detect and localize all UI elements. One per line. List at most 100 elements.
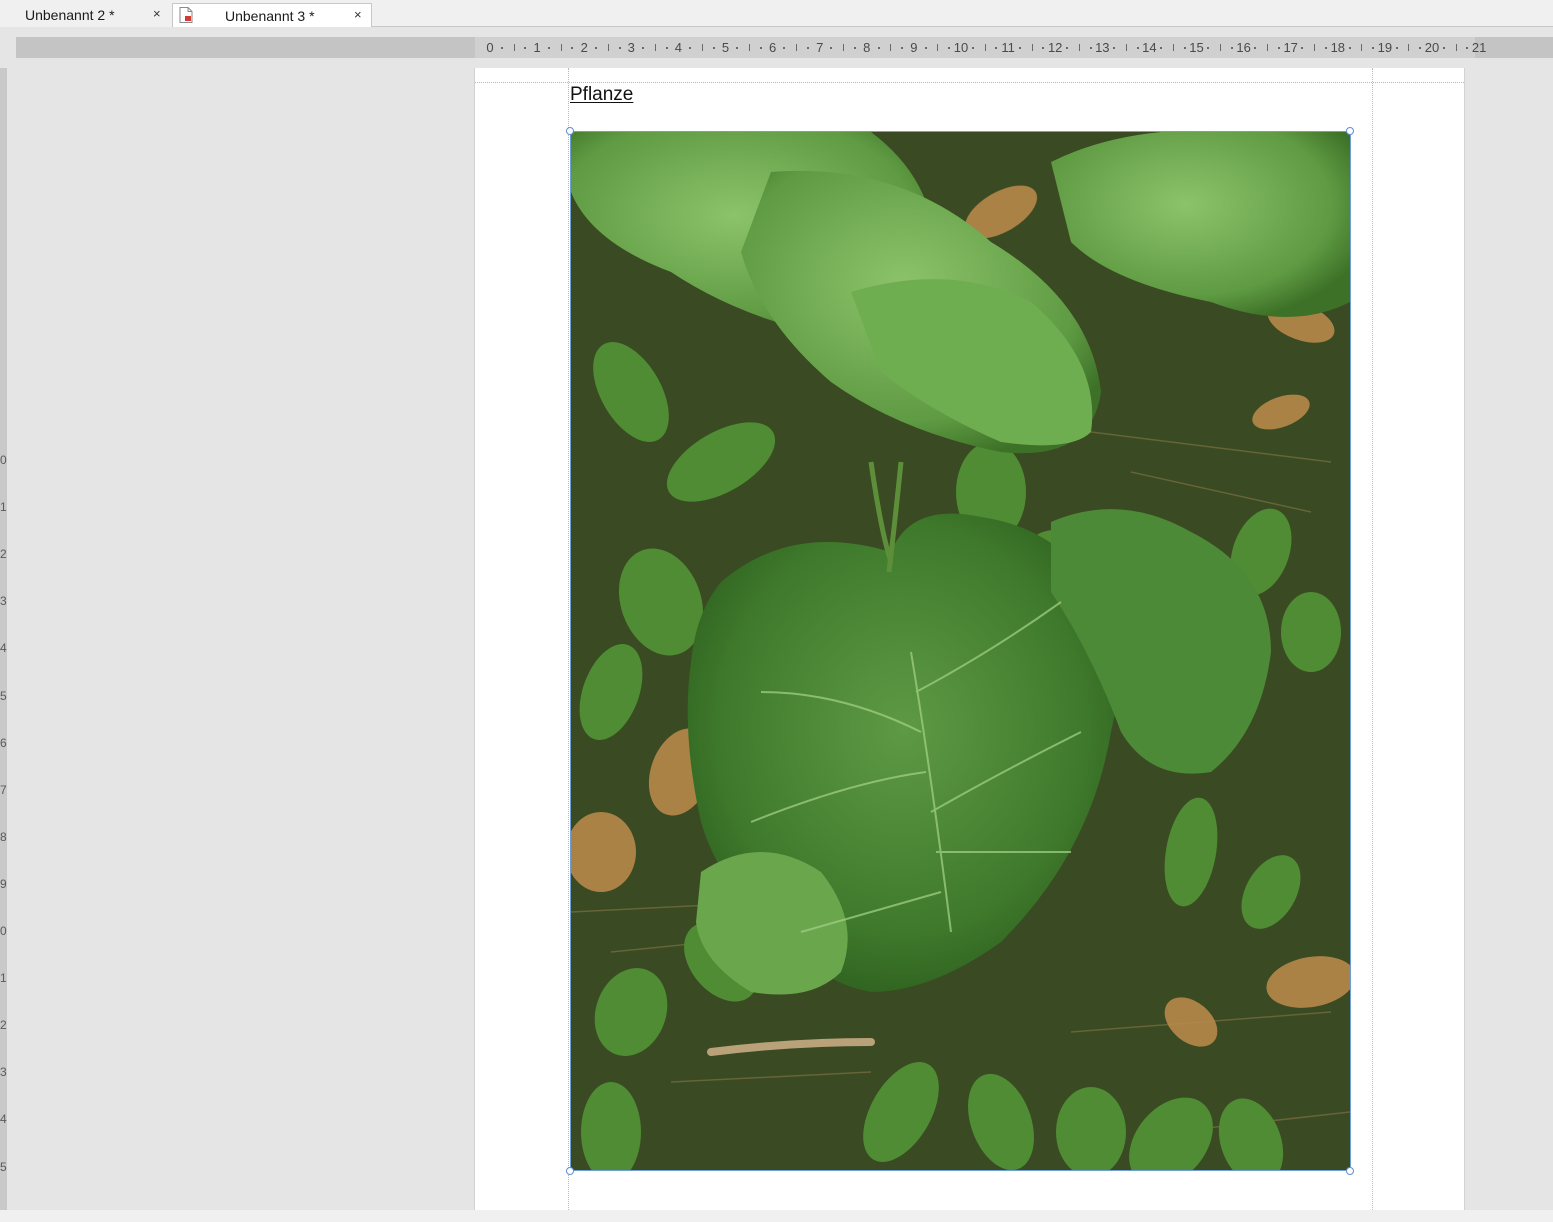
ruler-dot [783, 47, 786, 49]
ruler-dot [1065, 47, 1068, 49]
ruler-label: 15 [1189, 40, 1204, 55]
ruler-dot [948, 47, 951, 49]
vertical-ruler-label: 5 [0, 688, 7, 703]
ruler-dot [759, 47, 762, 49]
ruler-label: 11 [1001, 40, 1015, 55]
vertical-ruler[interactable]: 0 1 2 3 4 5 6 7 8 9 0 1 2 3 4 5 [0, 68, 7, 1210]
plant-image[interactable] [570, 131, 1351, 1171]
vertical-ruler-label: 2 [0, 1018, 7, 1033]
ruler-dot [594, 47, 597, 49]
ruler-label: 13 [1095, 40, 1110, 55]
ruler-dot [1183, 47, 1186, 49]
ruler-text-area: 0 1 2 3 4 5 6 7 8 9 10 11 12 13 14 15 16 17 18 19 20 21 [475, 37, 1486, 58]
ruler-label: 18 [1330, 40, 1346, 55]
ruler-label: 3 [627, 40, 635, 55]
vertical-ruler-label: 4 [0, 641, 7, 656]
ruler-half-mark [701, 44, 703, 51]
ruler-dot [618, 47, 621, 49]
resize-handle-top-right[interactable] [1346, 127, 1354, 135]
ruler-dot [712, 47, 715, 49]
horizontal-ruler[interactable]: 0 1 2 3 4 5 6 7 8 9 10 11 12 13 14 15 16 17 18 19 20 21 [16, 37, 1553, 58]
close-icon[interactable]: × [153, 6, 161, 21]
ruler-label: 4 [674, 40, 683, 55]
resize-handle-top-left[interactable] [566, 127, 574, 135]
ruler-dot [1136, 47, 1139, 49]
ruler-dot [854, 47, 857, 49]
ruler-dot [806, 47, 809, 49]
ruler-label: 1 [533, 40, 541, 55]
ruler-dot [924, 47, 927, 49]
ruler-dot [547, 47, 550, 49]
ruler-dot [1277, 47, 1280, 49]
vertical-ruler-label: 1 [0, 971, 7, 986]
tab-unbenannt-2[interactable]: Unbenannt 2 * × [0, 3, 172, 27]
ruler-dot [1395, 47, 1398, 49]
ruler-half-mark [843, 44, 845, 51]
status-strip [0, 1210, 1553, 1222]
plant-photo-graphic [571, 132, 1350, 1170]
ruler-dot [1018, 47, 1021, 49]
ruler-dot [1113, 47, 1116, 49]
ruler-dot [1089, 47, 1092, 49]
ruler-dot [736, 47, 739, 49]
vertical-ruler-label: 5 [0, 1159, 7, 1174]
ruler-half-mark [607, 44, 609, 51]
ruler-label: 2 [580, 40, 588, 55]
ruler-dot [1042, 47, 1045, 49]
ruler-dot [1466, 47, 1469, 49]
margin-guide-top [475, 82, 1464, 83]
ruler-dot [1254, 47, 1257, 49]
ruler-dot [1160, 47, 1163, 49]
ruler-half-mark [513, 44, 515, 51]
tab-unbenannt-3[interactable]: Unbenannt 3 * × [172, 3, 372, 27]
margin-guide-right [1372, 68, 1373, 1210]
ruler-half-mark [937, 44, 939, 51]
vertical-ruler-label: 8 [0, 829, 7, 844]
ruler-label: 12 [1047, 40, 1063, 55]
ruler-half-mark [796, 44, 798, 51]
close-icon[interactable]: × [354, 7, 362, 22]
ruler-label: 8 [863, 40, 871, 55]
ruler-dot [571, 47, 574, 49]
resize-handle-bottom-left[interactable] [566, 1167, 574, 1175]
ruler-half-mark [1172, 44, 1174, 51]
ruler-dot [1372, 47, 1375, 49]
ruler-half-mark [1031, 44, 1033, 51]
page-title[interactable]: Pflanze [570, 84, 633, 106]
tab-label: Unbenannt 3 * [225, 8, 315, 24]
vertical-ruler-label: 3 [0, 594, 7, 609]
ruler-label: 7 [816, 40, 824, 55]
ruler-dot [500, 47, 503, 49]
ruler-dot [830, 47, 833, 49]
ruler-label: 19 [1377, 40, 1393, 55]
ruler-half-mark [1455, 44, 1457, 51]
ruler-label: 10 [953, 40, 969, 55]
ruler-dot [689, 47, 692, 49]
margin-guide-left [568, 68, 569, 1210]
vertical-ruler-label: 6 [0, 735, 7, 750]
ruler-dot [665, 47, 668, 49]
vertical-ruler-label: 0 [0, 453, 7, 467]
ruler-dot [1348, 47, 1351, 49]
ruler-dot [1442, 47, 1445, 49]
ruler-label: 20 [1424, 40, 1440, 55]
ruler-dot [971, 47, 974, 49]
ruler-label: 16 [1236, 40, 1251, 55]
ruler-dot [1325, 47, 1328, 49]
resize-handle-bottom-right[interactable] [1346, 1167, 1354, 1175]
ruler-label: 14 [1142, 40, 1157, 55]
tab-bar: Unbenannt 2 * × Unbenannt 3 * × [0, 0, 1553, 27]
ruler-label: 9 [910, 40, 918, 55]
document-page[interactable]: Pflanze [474, 68, 1465, 1210]
ruler-dot [1419, 47, 1422, 49]
vertical-ruler-label: 0 [0, 924, 7, 938]
ruler-dot [877, 47, 880, 49]
ruler-dot [901, 47, 904, 49]
ruler-dot [642, 47, 645, 49]
vertical-ruler-label: 1 [0, 500, 7, 515]
ruler-half-mark [984, 44, 986, 51]
ruler-half-mark [1361, 44, 1363, 51]
ruler-label: 0 [486, 40, 494, 55]
ruler-label: 6 [768, 40, 777, 55]
ruler-dot [1207, 47, 1210, 49]
